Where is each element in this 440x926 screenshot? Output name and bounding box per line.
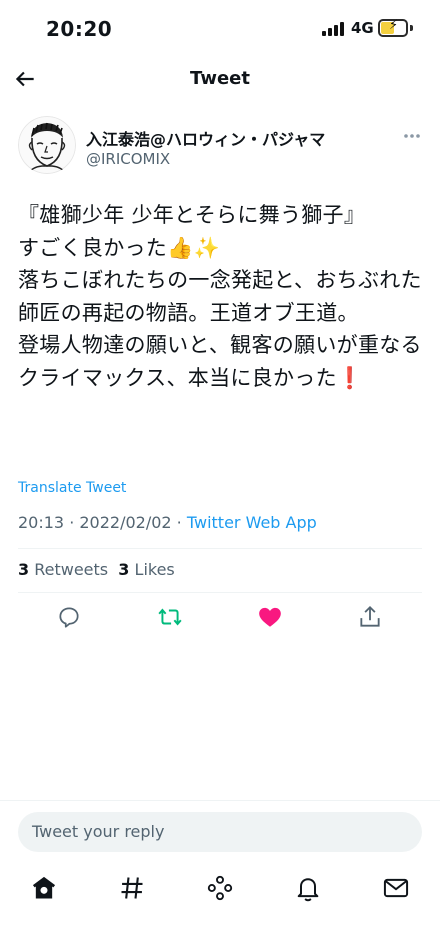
- status-bar: 20:20 4G ⚡: [0, 0, 440, 58]
- header: Tweet: [0, 58, 440, 102]
- likes-count: 3: [118, 560, 130, 579]
- tweet-text: 『雄獅少年 少年とそらに舞う獅子』 すごく良かった👍✨ 落ちこぼれたちの一念発起…: [18, 203, 422, 390]
- retweets-label: Retweets: [29, 560, 109, 579]
- home-icon[interactable]: [30, 874, 58, 902]
- reply-input[interactable]: Tweet your reply: [18, 812, 422, 852]
- share-icon[interactable]: [357, 604, 383, 630]
- more-icon[interactable]: [402, 128, 422, 144]
- battery-tip: [410, 25, 413, 31]
- network-label: 4G: [351, 19, 374, 37]
- tweet-meta: 20:13 · 2022/02/02 · Twitter Web App: [18, 513, 317, 532]
- retweets-count: 3: [18, 560, 30, 579]
- divider: [0, 800, 440, 801]
- meta-separator: ·: [64, 513, 80, 532]
- heart-icon[interactable]: [257, 604, 283, 630]
- tweet-stats: 3 Retweets 3 Likes: [18, 560, 175, 579]
- retweets-stat[interactable]: 3 Retweets: [18, 560, 108, 579]
- author-name[interactable]: 入江泰浩@ハロウィン・パジャマ: [86, 126, 325, 150]
- cartoon-face-avatar-icon: [18, 116, 76, 174]
- page-title: Tweet: [190, 68, 250, 89]
- notifications-icon[interactable]: [294, 874, 322, 902]
- signal-icon: [322, 22, 346, 36]
- meta-separator: ·: [171, 513, 187, 532]
- status-time: 20:20: [46, 17, 113, 41]
- comment-icon[interactable]: [56, 604, 82, 630]
- tweet-source-app[interactable]: Twitter Web App: [187, 513, 317, 532]
- reply-placeholder: Tweet your reply: [32, 822, 165, 841]
- avatar[interactable]: [18, 116, 76, 174]
- battery-icon: ⚡: [378, 18, 408, 37]
- translate-tweet-link[interactable]: Translate Tweet: [18, 480, 126, 496]
- tweet-actions: [0, 600, 440, 636]
- likes-label: Likes: [129, 560, 175, 579]
- divider: [18, 548, 422, 549]
- explore-icon[interactable]: [118, 874, 146, 902]
- spaces-icon[interactable]: [206, 874, 234, 902]
- messages-icon[interactable]: [382, 874, 410, 902]
- tweet-date: 2022/02/02: [79, 513, 172, 532]
- retweet-icon[interactable]: [157, 604, 183, 630]
- tweet-time: 20:13: [18, 513, 65, 532]
- divider: [18, 592, 422, 593]
- author-handle[interactable]: @IRICOMIX: [86, 150, 170, 168]
- likes-stat[interactable]: 3 Likes: [118, 560, 174, 579]
- bottom-tab-bar: [0, 862, 440, 918]
